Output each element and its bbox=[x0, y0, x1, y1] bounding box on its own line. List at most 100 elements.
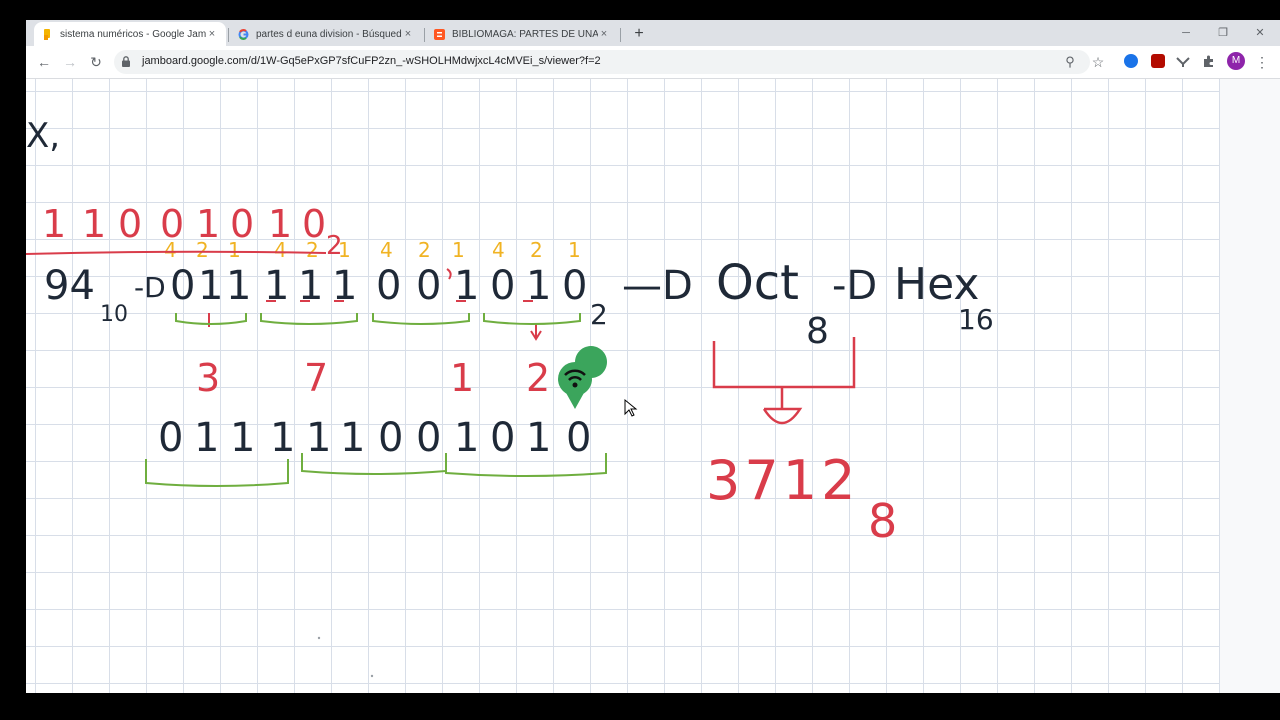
long-binary-row: 011111001010 bbox=[170, 263, 587, 309]
wifi-marker-icon bbox=[558, 346, 607, 409]
extension-blue-icon[interactable] bbox=[1124, 54, 1138, 68]
weight-label: 4 bbox=[164, 238, 177, 262]
maximize-button[interactable]: ❐ bbox=[1213, 24, 1233, 42]
extension-bird-icon[interactable] bbox=[1176, 54, 1190, 68]
tab-close-icon[interactable]: × bbox=[402, 28, 414, 40]
bottom-binary-digit: 1 bbox=[526, 415, 551, 461]
zoom-icon[interactable]: ⚲ bbox=[1060, 52, 1080, 72]
octal-digit: 1 bbox=[450, 356, 474, 400]
whiteboard-ink: X, 94 10 -D —D Oct 8 -D Hex 16 2 0111110… bbox=[26, 116, 994, 678]
tab-jamboard[interactable]: sistema numéricos - Google Jamboard × bbox=[34, 22, 226, 46]
arrow-decimal: -D bbox=[134, 271, 166, 304]
oct-base: 8 bbox=[806, 311, 829, 352]
weight-label: 4 bbox=[380, 238, 393, 262]
blogger-favicon-icon bbox=[434, 28, 445, 40]
weight-label: 1 bbox=[568, 238, 581, 262]
top-binary-digit: 1 bbox=[82, 202, 106, 246]
bottom-binary-digit: 0 bbox=[490, 415, 515, 461]
octal-digits-row: 3 7 1 2 bbox=[196, 356, 550, 400]
browser-menu-icon[interactable]: ⋮ bbox=[1252, 52, 1272, 72]
decimal-number: 94 bbox=[44, 263, 95, 309]
weight-label: 4 bbox=[274, 238, 287, 262]
jamboard-favicon-icon bbox=[44, 28, 50, 40]
long-binary-digit: 1 bbox=[264, 263, 289, 309]
tab-title: partes d euna division - Búsqueda de Goo… bbox=[256, 28, 402, 40]
weight-label: 1 bbox=[228, 238, 241, 262]
weight-label: 2 bbox=[418, 238, 431, 262]
weight-label: 1 bbox=[338, 238, 351, 262]
bottom-binary-digit: 1 bbox=[194, 415, 219, 461]
bottom-binary-digit: 1 bbox=[270, 415, 295, 461]
top-binary-digit: 0 bbox=[118, 202, 142, 246]
tab-google-search[interactable]: partes d euna division - Búsqueda de Goo… bbox=[230, 22, 422, 46]
long-binary-digit: 1 bbox=[198, 263, 223, 309]
long-binary-digit: 0 bbox=[562, 263, 587, 309]
result-number: 3712 bbox=[706, 449, 859, 512]
close-window-button[interactable]: ✕ bbox=[1250, 24, 1270, 42]
long-binary-digit: 1 bbox=[298, 263, 323, 309]
weights-row: 421421421421 bbox=[164, 238, 581, 262]
bottom-binary-digit: 1 bbox=[340, 415, 365, 461]
long-binary-digit: 1 bbox=[454, 263, 479, 309]
hex-base: 16 bbox=[958, 303, 994, 336]
acrobat-extension-icon[interactable] bbox=[1151, 54, 1165, 68]
url-text: jamboard.google.com/d/1W-Gq5ePxGP7sfCuFP… bbox=[142, 55, 601, 67]
minimize-button[interactable]: ─ bbox=[1176, 24, 1196, 42]
extensions-puzzle-icon[interactable] bbox=[1202, 54, 1216, 68]
new-tab-button[interactable]: + bbox=[629, 24, 649, 44]
google-favicon-icon bbox=[238, 28, 249, 40]
long-binary-digit: 0 bbox=[490, 263, 515, 309]
address-bar[interactable]: jamboard.google.com/d/1W-Gq5ePxGP7sfCuFP… bbox=[114, 50, 1090, 74]
tab-separator bbox=[620, 28, 621, 42]
tab-title: sistema numéricos - Google Jamboard bbox=[60, 28, 206, 40]
weight-label: 1 bbox=[452, 238, 465, 262]
tab-title: BIBLIOMAGA: PARTES DE UNA DIVISIÓN bbox=[452, 28, 598, 40]
bottom-binary-digit: 0 bbox=[378, 415, 403, 461]
top-fragment: X, bbox=[26, 116, 60, 156]
bottom-binary-digit: 1 bbox=[230, 415, 255, 461]
weight-label: 2 bbox=[530, 238, 543, 262]
result-base: 8 bbox=[868, 494, 897, 548]
weight-label: 2 bbox=[306, 238, 319, 262]
long-binary-digit: 1 bbox=[226, 263, 251, 309]
tab-separator bbox=[424, 28, 425, 42]
oct-bracket bbox=[712, 337, 856, 425]
forward-button[interactable]: → bbox=[60, 52, 80, 72]
octal-digit: 7 bbox=[304, 356, 328, 400]
profile-avatar[interactable]: M bbox=[1227, 52, 1245, 70]
long-binary-digit: 0 bbox=[170, 263, 195, 309]
bottom-binary-digit: 0 bbox=[158, 415, 183, 461]
long-binary-digit: 0 bbox=[376, 263, 401, 309]
tab-strip: sistema numéricos - Google Jamboard × pa… bbox=[26, 20, 1280, 46]
long-binary-base: 2 bbox=[590, 298, 608, 331]
browser-window: sistema numéricos - Google Jamboard × pa… bbox=[26, 20, 1280, 693]
browser-toolbar: ← → ↻ jamboard.google.com/d/1W-Gq5ePxGP7… bbox=[26, 46, 1280, 79]
bottom-binary-digit: 1 bbox=[454, 415, 479, 461]
arrow-to-hex: -D bbox=[832, 263, 877, 309]
oct-label: Oct bbox=[716, 255, 799, 311]
bookmark-star-icon[interactable]: ☆ bbox=[1088, 52, 1108, 72]
octal-digit: 2 bbox=[526, 356, 550, 400]
stray-dot bbox=[317, 636, 321, 640]
back-button[interactable]: ← bbox=[34, 52, 54, 72]
decimal-base: 10 bbox=[100, 302, 128, 327]
tab-close-icon[interactable]: × bbox=[598, 28, 610, 40]
long-binary-digit: 1 bbox=[332, 263, 357, 309]
weight-label: 2 bbox=[196, 238, 209, 262]
reload-button[interactable]: ↻ bbox=[86, 52, 106, 72]
bottom-binary-digit: 1 bbox=[306, 415, 331, 461]
arrow-to-oct: —D bbox=[622, 263, 693, 309]
bottom-binary-row: 011111001010 bbox=[158, 415, 591, 461]
jamboard-canvas[interactable]: X, 94 10 -D —D Oct 8 -D Hex 16 2 0111110… bbox=[26, 79, 1220, 693]
bottom-binary-digit: 0 bbox=[566, 415, 591, 461]
top-binary-digit: 1 bbox=[42, 202, 66, 246]
tab-bibliomaga[interactable]: BIBLIOMAGA: PARTES DE UNA DIVISIÓN × bbox=[426, 22, 618, 46]
long-binary-digit: 0 bbox=[416, 263, 441, 309]
tab-close-icon[interactable]: × bbox=[206, 28, 218, 40]
octal-digit: 3 bbox=[196, 356, 220, 400]
canvas-right-gutter bbox=[1220, 79, 1280, 693]
long-binary-digit: 1 bbox=[526, 263, 551, 309]
mouse-cursor-icon bbox=[624, 398, 638, 417]
stray-dot bbox=[370, 674, 374, 678]
bottom-binary-digit: 0 bbox=[416, 415, 441, 461]
